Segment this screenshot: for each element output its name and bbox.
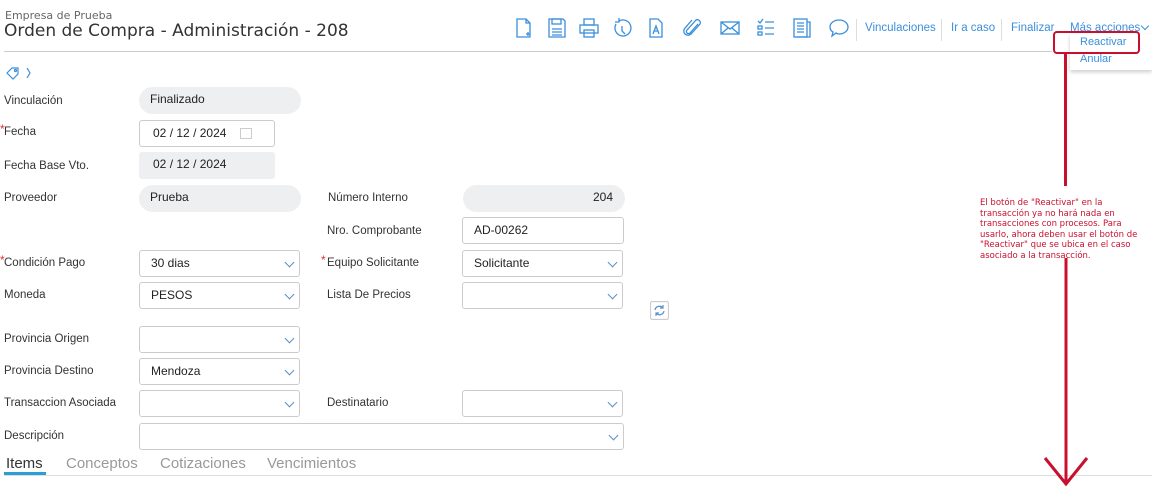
value: 30 dias	[151, 256, 190, 270]
condicion-pago-label-text: Condición Pago	[4, 257, 86, 269]
proveedor-field[interactable]: Prueba	[139, 185, 301, 212]
provincia-destino-label: Provincia Destino	[4, 365, 94, 377]
moneda-select[interactable]: PESOS	[139, 282, 300, 309]
finalizar-link[interactable]: Finalizar	[1011, 22, 1054, 34]
tab-cotizaciones[interactable]: Cotizaciones	[160, 455, 246, 472]
provincia-origen-select[interactable]	[139, 326, 300, 353]
equipo-label-text: Equipo Solicitante	[327, 257, 420, 269]
nro-comprobante-label: Nro. Comprobante	[327, 225, 422, 237]
chevron-down-icon	[284, 397, 295, 408]
chevron-down-icon	[607, 289, 618, 300]
separator	[856, 19, 857, 41]
chevron-down-icon	[607, 257, 618, 268]
fecha-base-label: Fecha Base Vto.	[4, 160, 90, 172]
day: 02	[153, 157, 167, 171]
fecha-label-text: Fecha	[4, 126, 36, 138]
year: 2024	[199, 126, 227, 140]
chevron-down-icon[interactable]	[1140, 21, 1150, 31]
required-icon: *	[0, 253, 5, 267]
refresh-icon[interactable]	[650, 301, 669, 320]
equipo-solicitante-select[interactable]: Solicitante	[462, 250, 623, 277]
value: Solicitante	[474, 256, 530, 270]
chevron-down-icon	[607, 397, 618, 408]
page-title: Orden de Compra - Administración - 208	[4, 21, 349, 41]
vinculacion-field: Finalizado	[139, 87, 301, 114]
highlight-box	[1053, 31, 1140, 54]
fecha-label: * Fecha	[0, 122, 36, 138]
descripcion-label: Descripción	[4, 430, 65, 442]
required-icon: *	[321, 253, 326, 267]
separator	[941, 19, 942, 41]
divider	[4, 51, 1052, 52]
tab-items[interactable]: Items	[6, 455, 43, 472]
chevron-down-icon	[284, 365, 295, 376]
history-icon[interactable]	[611, 17, 633, 39]
lista-precios-label: Lista De Precios	[327, 289, 411, 301]
new-document-icon[interactable]	[513, 17, 535, 39]
tag-icon[interactable]	[6, 66, 36, 80]
month: 12	[176, 157, 190, 171]
destinatario-label: Destinatario	[327, 397, 389, 409]
year: 2024	[199, 157, 227, 171]
comment-icon[interactable]	[828, 17, 850, 39]
value: Mendoza	[151, 364, 201, 378]
chevron-down-icon	[608, 430, 619, 441]
active-tab-indicator	[4, 472, 46, 475]
descripcion-select[interactable]	[139, 423, 624, 450]
moneda-label: Moneda	[4, 289, 46, 301]
arrow-down-icon	[1043, 258, 1089, 487]
calendar-icon[interactable]	[240, 128, 252, 139]
condicion-pago-select[interactable]: 30 dias	[139, 250, 300, 277]
fecha-base-field: 02 / 12 / 2024	[139, 152, 275, 179]
destinatario-select[interactable]	[462, 390, 623, 417]
provincia-destino-select[interactable]: Mendoza	[139, 358, 300, 385]
separator	[1001, 19, 1002, 41]
numero-interno-field: 204	[463, 185, 625, 212]
lista-precios-select[interactable]	[462, 282, 623, 309]
required-icon: *	[0, 122, 5, 136]
condicion-pago-label: * Condición Pago	[0, 253, 86, 269]
email-icon[interactable]	[719, 17, 741, 39]
tabs-divider	[4, 475, 1152, 476]
proveedor-label: Proveedor	[4, 192, 58, 204]
save-icon[interactable]	[546, 17, 568, 39]
numero-interno-label: Número Interno	[328, 192, 408, 204]
nro-comprobante-input[interactable]: AD-00262	[462, 217, 624, 244]
fecha-input[interactable]: 02 / 12 / 2024	[139, 120, 275, 147]
annotation-text: El botón de "Reactivar" en la transacció…	[980, 198, 1138, 261]
attachment-icon[interactable]	[682, 17, 704, 39]
tab-conceptos[interactable]: Conceptos	[66, 455, 138, 472]
vinculaciones-link[interactable]: Vinculaciones	[865, 22, 936, 34]
print-icon[interactable]	[578, 17, 600, 39]
chevron-down-icon	[284, 257, 295, 268]
annotation-line	[1064, 54, 1067, 186]
ir-a-caso-link[interactable]: Ir a caso	[951, 22, 995, 34]
provincia-origen-label: Provincia Origen	[4, 333, 90, 345]
report-icon[interactable]	[791, 17, 813, 39]
vinculacion-label: Vinculación	[4, 95, 63, 107]
chevron-down-icon	[284, 333, 295, 344]
pdf-icon[interactable]	[645, 17, 667, 39]
value: PESOS	[151, 288, 193, 302]
day: 02	[153, 126, 167, 140]
checklist-icon[interactable]	[755, 17, 777, 39]
chevron-down-icon	[284, 289, 295, 300]
equipo-solicitante-label: * Equipo Solicitante	[321, 253, 420, 269]
month: 12	[176, 126, 190, 140]
transaccion-label: Transaccion Asociada	[4, 397, 117, 409]
tab-vencimientos[interactable]: Vencimientos	[267, 455, 356, 472]
transaccion-select[interactable]	[139, 390, 300, 417]
